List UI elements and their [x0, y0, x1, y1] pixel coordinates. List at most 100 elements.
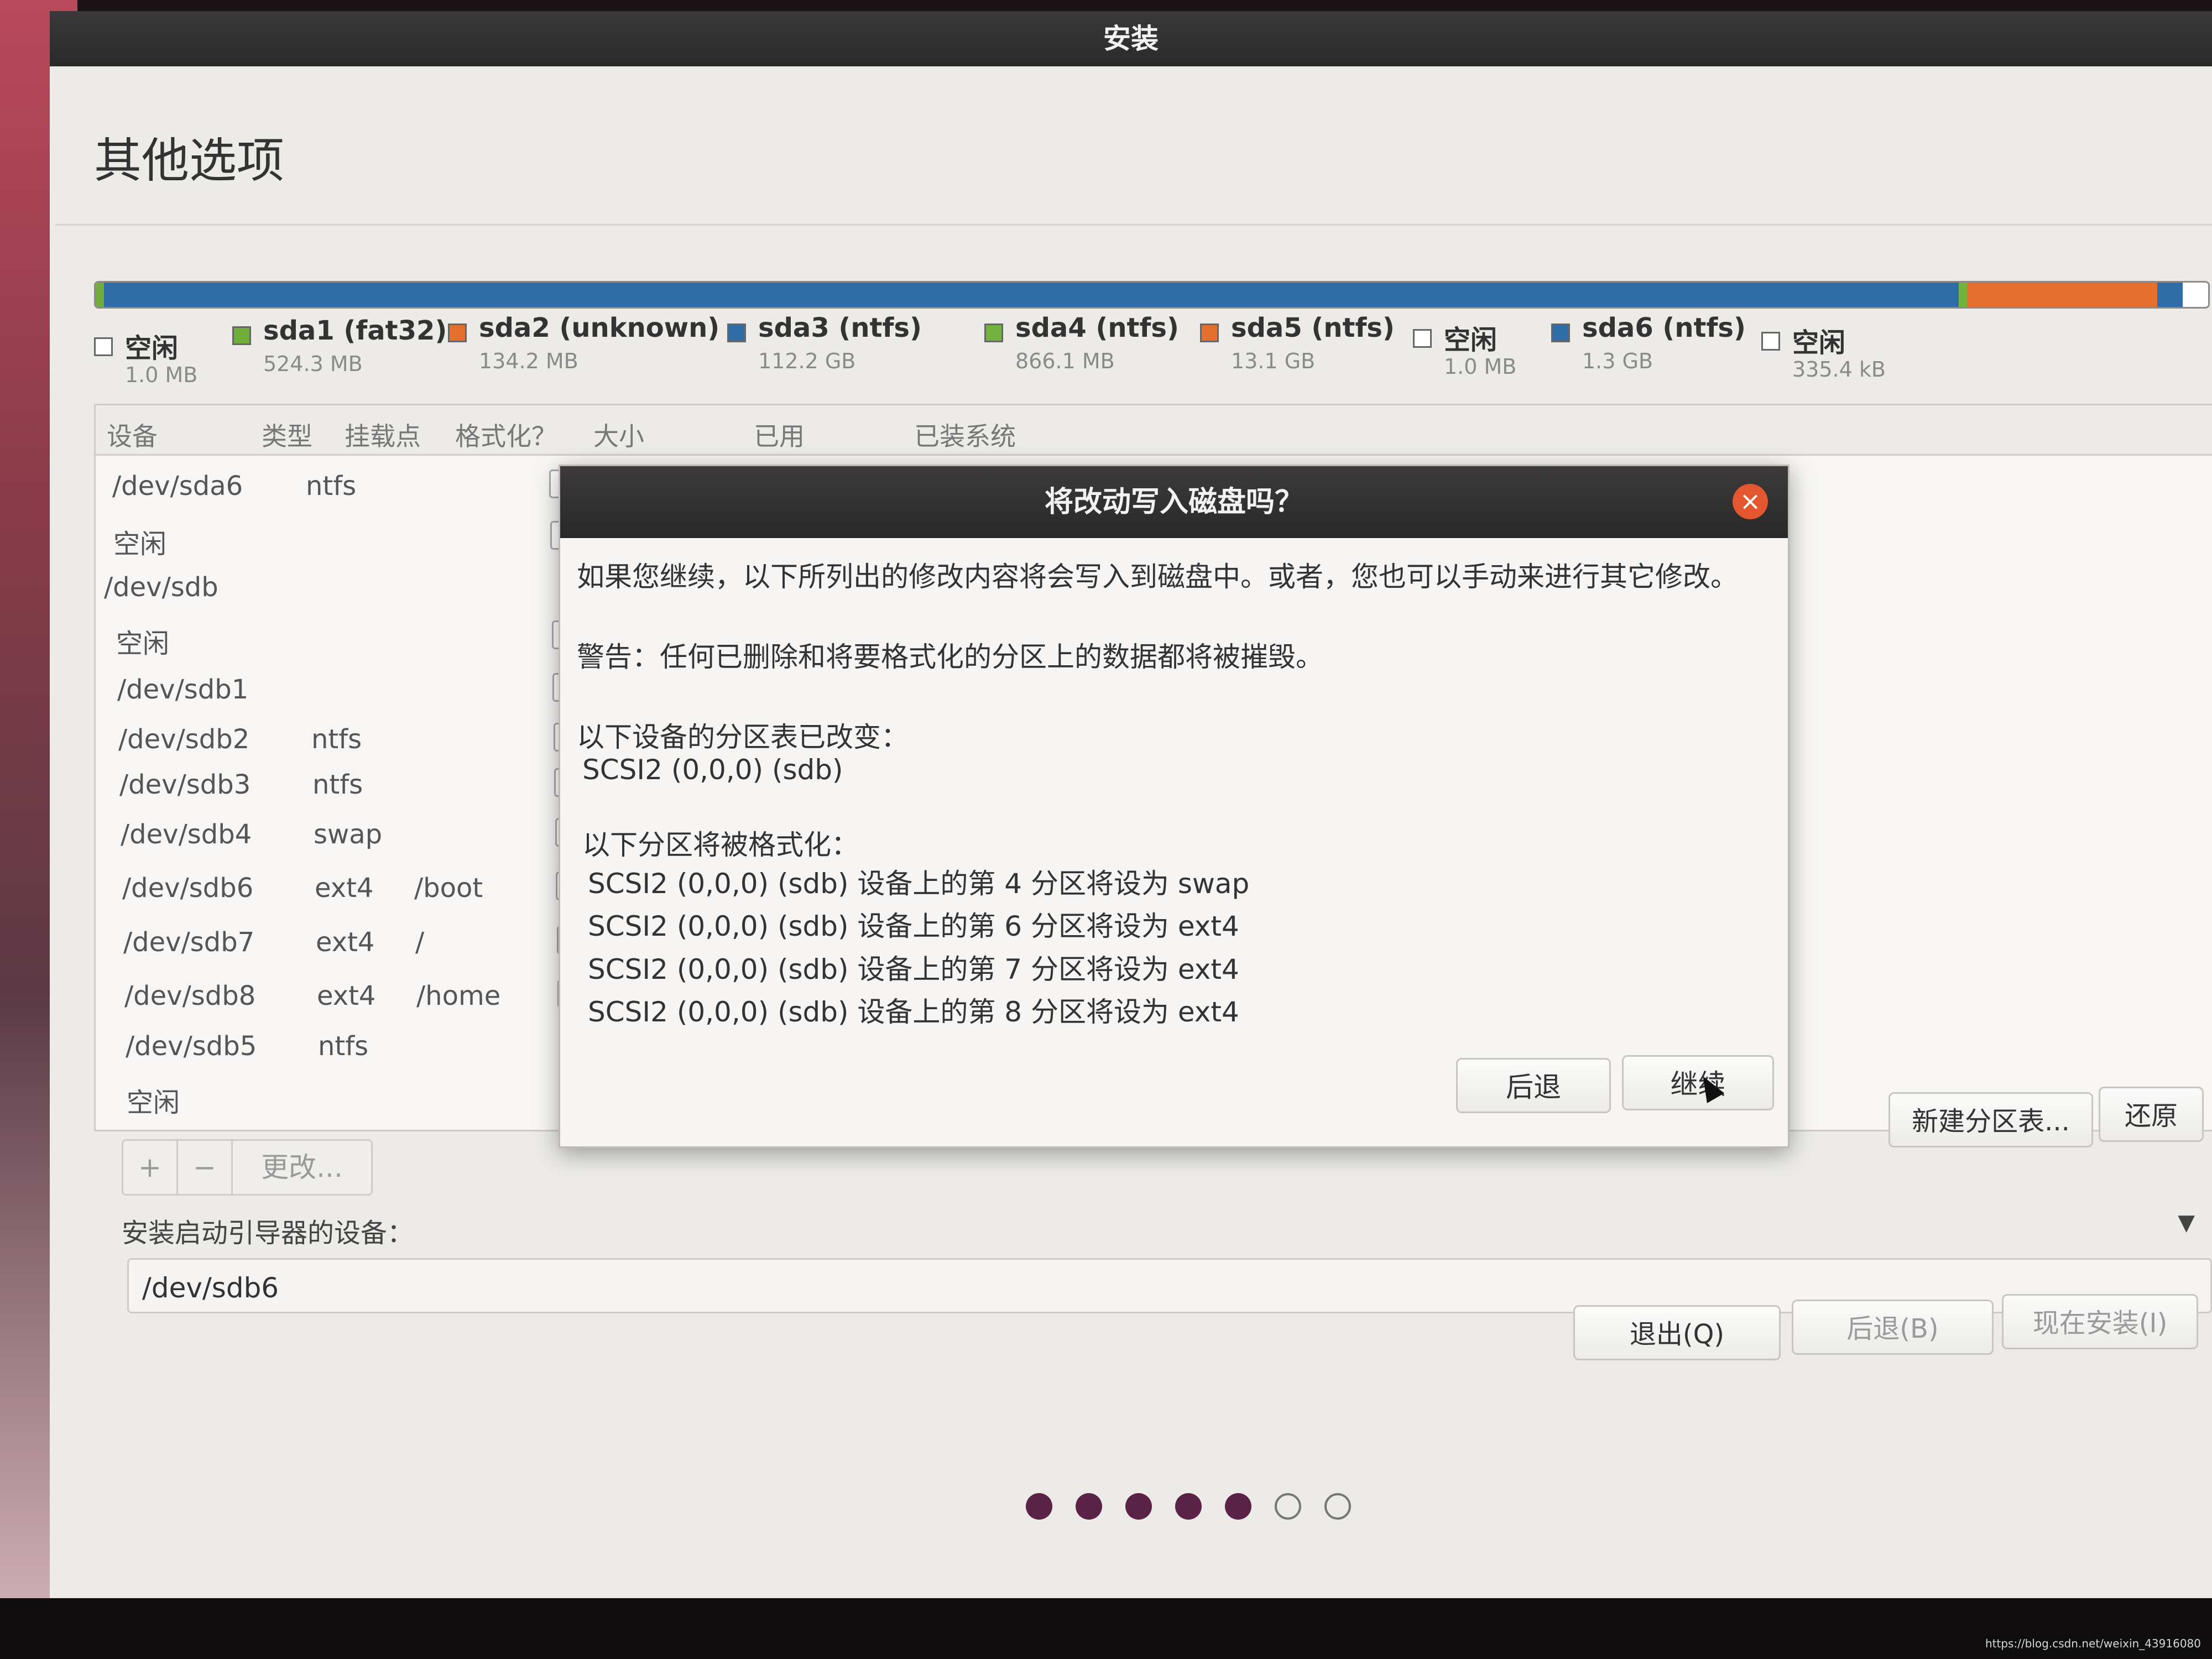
partition-bar-segment [1967, 283, 2158, 307]
cell-mount: / [415, 927, 425, 958]
table-toolbar: + − 更改... [122, 1139, 373, 1196]
dialog-back-button[interactable]: 后退 [1456, 1058, 1611, 1113]
legend-swatch [448, 324, 467, 342]
legend-size: 1.3 GB [1582, 349, 1653, 373]
cell-device: /dev/sdb1 [117, 674, 249, 705]
add-partition-button[interactable]: + [123, 1141, 178, 1194]
cell-device: /dev/sdb5 [126, 1031, 257, 1062]
progress-dots [1026, 1493, 1351, 1526]
legend-name: sda2 (unknown) [479, 312, 720, 343]
table-header: 设备 类型 挂载点 格式化？ 大小 已用 已装系统 [96, 405, 2212, 456]
back-button[interactable]: 后退(B) [1792, 1300, 1994, 1355]
progress-dot [1125, 1493, 1152, 1520]
window-title: 安装 [1103, 23, 1159, 55]
progress-dot [1076, 1493, 1102, 1520]
legend-swatch [94, 337, 113, 356]
legend-size: 866.1 MB [1015, 349, 1115, 373]
close-icon[interactable]: × [1733, 484, 1768, 519]
change-partition-button[interactable]: 更改... [233, 1141, 371, 1194]
cell-device: /dev/sda6 [112, 471, 243, 502]
cell-type: swap [314, 819, 383, 850]
chevron-down-icon: ▼ [2178, 1210, 2195, 1235]
legend-size: 13.1 GB [1231, 349, 1316, 373]
legend-swatch [1200, 324, 1219, 342]
dialog-table-changed-heading: 以下设备的分区表已改变： [577, 721, 909, 753]
cell-device: 空闲 [127, 1087, 180, 1118]
legend-swatch [984, 324, 1003, 342]
legend-name: sda6 (ntfs) [1582, 312, 1746, 343]
legend-size: 1.0 MB [1444, 354, 1517, 379]
legend-name: sda4 (ntfs) [1015, 312, 1179, 343]
legend-swatch [727, 324, 746, 342]
cell-type: ntfs [312, 769, 363, 800]
cell-device: /dev/sdb [104, 572, 218, 603]
boot-device-value: /dev/sdb6 [142, 1272, 279, 1304]
legend-size: 112.2 GB [758, 349, 856, 373]
remove-partition-button[interactable]: − [178, 1141, 233, 1194]
dialog-table-changed-device: SCSI2 (0,0,0) (sdb) [582, 754, 843, 786]
header-size: 大小 [593, 421, 644, 451]
cell-type: ext4 [317, 980, 376, 1011]
partition-bar [94, 281, 2210, 309]
dialog-format-item: SCSI2 (0,0,0) (sdb) 设备上的第 8 分区将设为 ext4 [588, 996, 1239, 1028]
legend-size: 134.2 MB [479, 349, 578, 373]
title-divider [55, 224, 2212, 226]
cell-device: /dev/sdb7 [123, 927, 255, 958]
progress-dot [1175, 1493, 1202, 1520]
partition-bar-segment [104, 283, 1959, 307]
cell-device: /dev/sdb2 [118, 724, 250, 755]
dialog-title: 将改动写入磁盘吗？ [1044, 486, 1303, 519]
legend-name: 空闲 [1792, 327, 1846, 358]
progress-dot [1324, 1493, 1351, 1520]
install-now-button[interactable]: 现在安装(I) [2002, 1294, 2198, 1349]
legend-name: sda3 (ntfs) [758, 312, 922, 343]
legend-size: 524.3 MB [263, 352, 363, 376]
partition-bar-segment [2183, 283, 2208, 307]
legend-swatch [1761, 332, 1780, 351]
cell-device: /dev/sdb4 [121, 819, 252, 850]
legend-swatch [232, 326, 251, 345]
cell-type: ntfs [306, 471, 357, 502]
legend-swatch [1413, 329, 1432, 348]
photo-bottom-edge: https://blog.csdn.net/weixin_43916080 [0, 1598, 2212, 1659]
window-titlebar: 安装 [50, 11, 2212, 66]
legend-size: 1.0 MB [125, 363, 198, 387]
cell-device: /dev/sdb8 [124, 980, 256, 1011]
photo-credit: https://blog.csdn.net/weixin_43916080 [1985, 1637, 2201, 1650]
dialog-warning: 警告：任何已删除和将要格式化的分区上的数据都将被摧毁。 [577, 641, 1323, 673]
revert-button[interactable]: 还原 [2099, 1087, 2204, 1142]
legend-name: 空闲 [1444, 325, 1498, 356]
dialog-titlebar: 将改动写入磁盘吗？ [560, 466, 1788, 538]
cell-mount: /home [416, 980, 501, 1011]
boot-device-label: 安装启动引导器的设备： [122, 1218, 414, 1249]
header-device: 设备 [107, 421, 158, 451]
progress-dot [1225, 1493, 1251, 1520]
cell-type: ntfs [311, 724, 362, 755]
dialog-format-item: SCSI2 (0,0,0) (sdb) 设备上的第 7 分区将设为 ext4 [588, 953, 1239, 985]
header-mount: 挂载点 [345, 421, 421, 451]
legend-swatch [1551, 324, 1570, 342]
partition-bar-segment [96, 283, 105, 307]
write-changes-dialog: 将改动写入磁盘吗？ × 如果您继续，以下所列出的修改内容将会写入到磁盘中。或者，… [559, 465, 1790, 1148]
dialog-format-item: SCSI2 (0,0,0) (sdb) 设备上的第 6 分区将设为 ext4 [588, 910, 1239, 942]
progress-dot [1026, 1493, 1052, 1520]
header-type: 类型 [262, 421, 312, 451]
progress-dot [1275, 1493, 1301, 1520]
legend-name: sda1 (fat32) [263, 315, 447, 346]
cell-device: 空闲 [116, 628, 170, 659]
dialog-format-item: SCSI2 (0,0,0) (sdb) 设备上的第 4 分区将设为 swap [588, 868, 1250, 900]
dialog-intro: 如果您继续，以下所列出的修改内容将会写入到磁盘中。或者，您也可以手动来进行其它修… [577, 561, 1738, 593]
partition-bar-segment [1959, 283, 1968, 307]
dialog-format-heading: 以下分区将被格式化： [582, 829, 859, 861]
legend-size: 335.4 kB [1792, 357, 1886, 382]
quit-button[interactable]: 退出(Q) [1573, 1305, 1781, 1360]
cell-mount: /boot [414, 873, 483, 904]
cell-device: /dev/sdb3 [119, 769, 251, 800]
legend-name: sda5 (ntfs) [1231, 312, 1395, 343]
new-partition-table-button[interactable]: 新建分区表... [1888, 1092, 2093, 1147]
cell-device: /dev/sdb6 [122, 873, 254, 904]
cell-type: ext4 [316, 927, 375, 958]
header-installed-os: 已装系统 [914, 421, 1016, 451]
legend-name: 空闲 [125, 333, 179, 364]
header-used: 已用 [754, 421, 805, 451]
